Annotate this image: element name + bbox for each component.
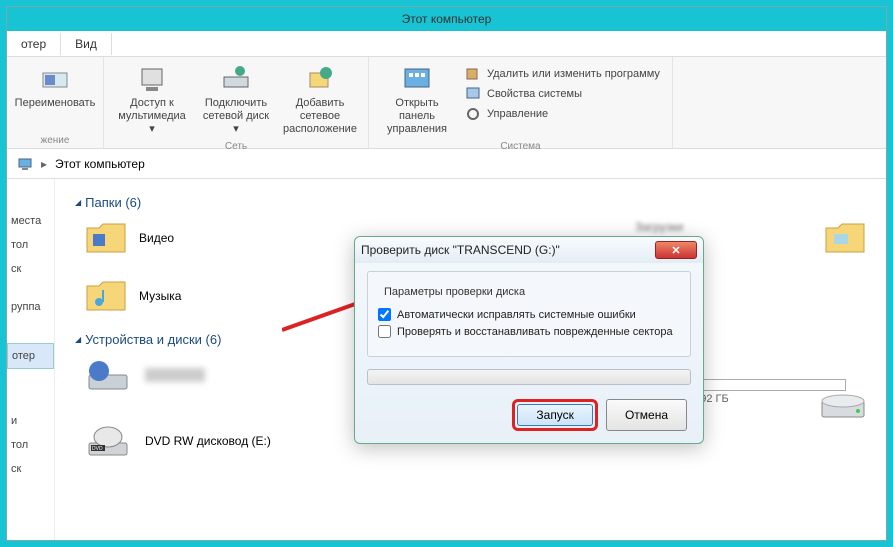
group-label: Параметры проверки диска (380, 286, 529, 298)
network-drive-icon (220, 63, 252, 95)
check-disk-dialog: Проверить диск "TRANSCEND (G:)" ✕ Параме… (354, 236, 704, 444)
dropdown-icon: ▾ (233, 123, 239, 136)
add-network-location-button[interactable]: Добавить сетевое расположение (280, 61, 360, 139)
group-label: Система (377, 139, 664, 152)
control-panel-button[interactable]: Открыть панель управления (377, 61, 457, 139)
sidebar-item[interactable]: тол (7, 233, 54, 257)
device-unknown[interactable] (85, 357, 271, 393)
rename-button[interactable]: Переименовать (15, 61, 95, 112)
breadcrumb-root[interactable]: Этот компьютер (55, 157, 145, 171)
folder-label: Загрузки (635, 220, 683, 234)
uninstall-program-button[interactable]: Удалить или изменить программу (461, 65, 664, 83)
ribbon-group-system: Открыть панель управления Удалить или из… (369, 57, 673, 148)
ribbon: Переименовать жение Доступ к мультимедиа… (7, 57, 886, 149)
folder-icon (85, 220, 127, 256)
cancel-button[interactable]: Отмена (606, 399, 687, 431)
titlebar: Этот компьютер (7, 7, 886, 31)
breadcrumb[interactable]: ▸ Этот компьютер (7, 149, 886, 179)
dropdown-icon: ▾ (149, 123, 155, 136)
system-properties-button[interactable]: Свойства системы (461, 85, 664, 103)
folder-downloads[interactable]: Загрузки (635, 220, 683, 234)
ribbon-group-organize: Переименовать жение (7, 57, 104, 148)
rename-icon (39, 63, 71, 95)
drive-icon[interactable] (820, 389, 866, 426)
manage-icon (465, 106, 481, 122)
folder-icon (85, 278, 127, 314)
sidebar-item-computer[interactable]: отер (7, 343, 54, 369)
tab-view[interactable]: Вид (61, 33, 112, 55)
sidebar-item[interactable]: места (7, 209, 54, 233)
ribbon-group-network: Доступ к мультимедиа ▾ Подключить сетево… (104, 57, 369, 148)
control-panel-icon (401, 63, 433, 95)
folder-icon[interactable] (824, 220, 866, 256)
uninstall-icon (465, 66, 481, 82)
chevron-right-icon: ▸ (41, 157, 47, 171)
sidebar-item[interactable]: и (7, 409, 54, 433)
autofix-checkbox[interactable] (378, 308, 391, 321)
media-access-button[interactable]: Доступ к мультимедиа ▾ (112, 61, 192, 139)
sidebar-item[interactable]: тол (7, 433, 54, 457)
folder-label: Музыка (139, 289, 181, 303)
drive-icon (85, 357, 131, 393)
annotation-highlight: Запуск (512, 399, 598, 431)
navigation-pane: места тол ск руппа отер и тол ск (7, 179, 55, 540)
dialog-buttons: Запуск Отмена (367, 399, 691, 431)
disk-check-options-group: Параметры проверки диска Автоматически и… (367, 271, 691, 357)
recover-checkbox-row[interactable]: Проверять и восстанавливать поврежденные… (378, 325, 680, 338)
checkbox-label: Проверять и восстанавливать поврежденные… (397, 326, 673, 338)
device-label: DVD RW дисковод (E:) (145, 434, 271, 448)
checkbox-label: Автоматически исправлять системные ошибк… (397, 309, 636, 321)
sidebar-item[interactable]: руппа (7, 295, 54, 319)
window-title: Этот компьютер (7, 12, 886, 26)
ribbon-tabs: отер Вид (7, 31, 886, 57)
dialog-body: Параметры проверки диска Автоматически и… (355, 263, 703, 443)
progress-bar (367, 369, 691, 385)
media-icon (136, 63, 168, 95)
close-button[interactable]: ✕ (655, 241, 697, 259)
folder-videos[interactable]: Видео (85, 220, 181, 256)
manage-button[interactable]: Управление (461, 105, 664, 123)
close-icon: ✕ (671, 244, 680, 257)
sidebar-item[interactable]: ск (7, 457, 54, 481)
folders-section-header[interactable]: Папки (6) (75, 195, 866, 210)
dvd-drive-icon: DVD (85, 423, 131, 459)
add-location-icon (304, 63, 336, 95)
start-button[interactable]: Запуск (517, 404, 593, 426)
sidebar-item[interactable]: ск (7, 257, 54, 281)
device-dvd[interactable]: DVD DVD RW дисковод (E:) (85, 423, 271, 459)
group-label: Сеть (112, 139, 360, 152)
group-label: жение (15, 133, 95, 146)
folder-label: Видео (139, 231, 174, 245)
folder-music[interactable]: Музыка (85, 278, 181, 314)
recover-checkbox[interactable] (378, 325, 391, 338)
dialog-title: Проверить диск "TRANSCEND (G:)" (361, 243, 655, 257)
dialog-titlebar[interactable]: Проверить диск "TRANSCEND (G:)" ✕ (355, 237, 703, 263)
properties-icon (465, 86, 481, 102)
tab-computer[interactable]: отер (7, 33, 61, 55)
system-list: Удалить или изменить программу Свойства … (461, 61, 664, 123)
svg-text:DVD: DVD (92, 446, 103, 452)
map-drive-button[interactable]: Подключить сетевой диск ▾ (196, 61, 276, 139)
autofix-checkbox-row[interactable]: Автоматически исправлять системные ошибк… (378, 308, 680, 321)
computer-icon (17, 156, 33, 172)
